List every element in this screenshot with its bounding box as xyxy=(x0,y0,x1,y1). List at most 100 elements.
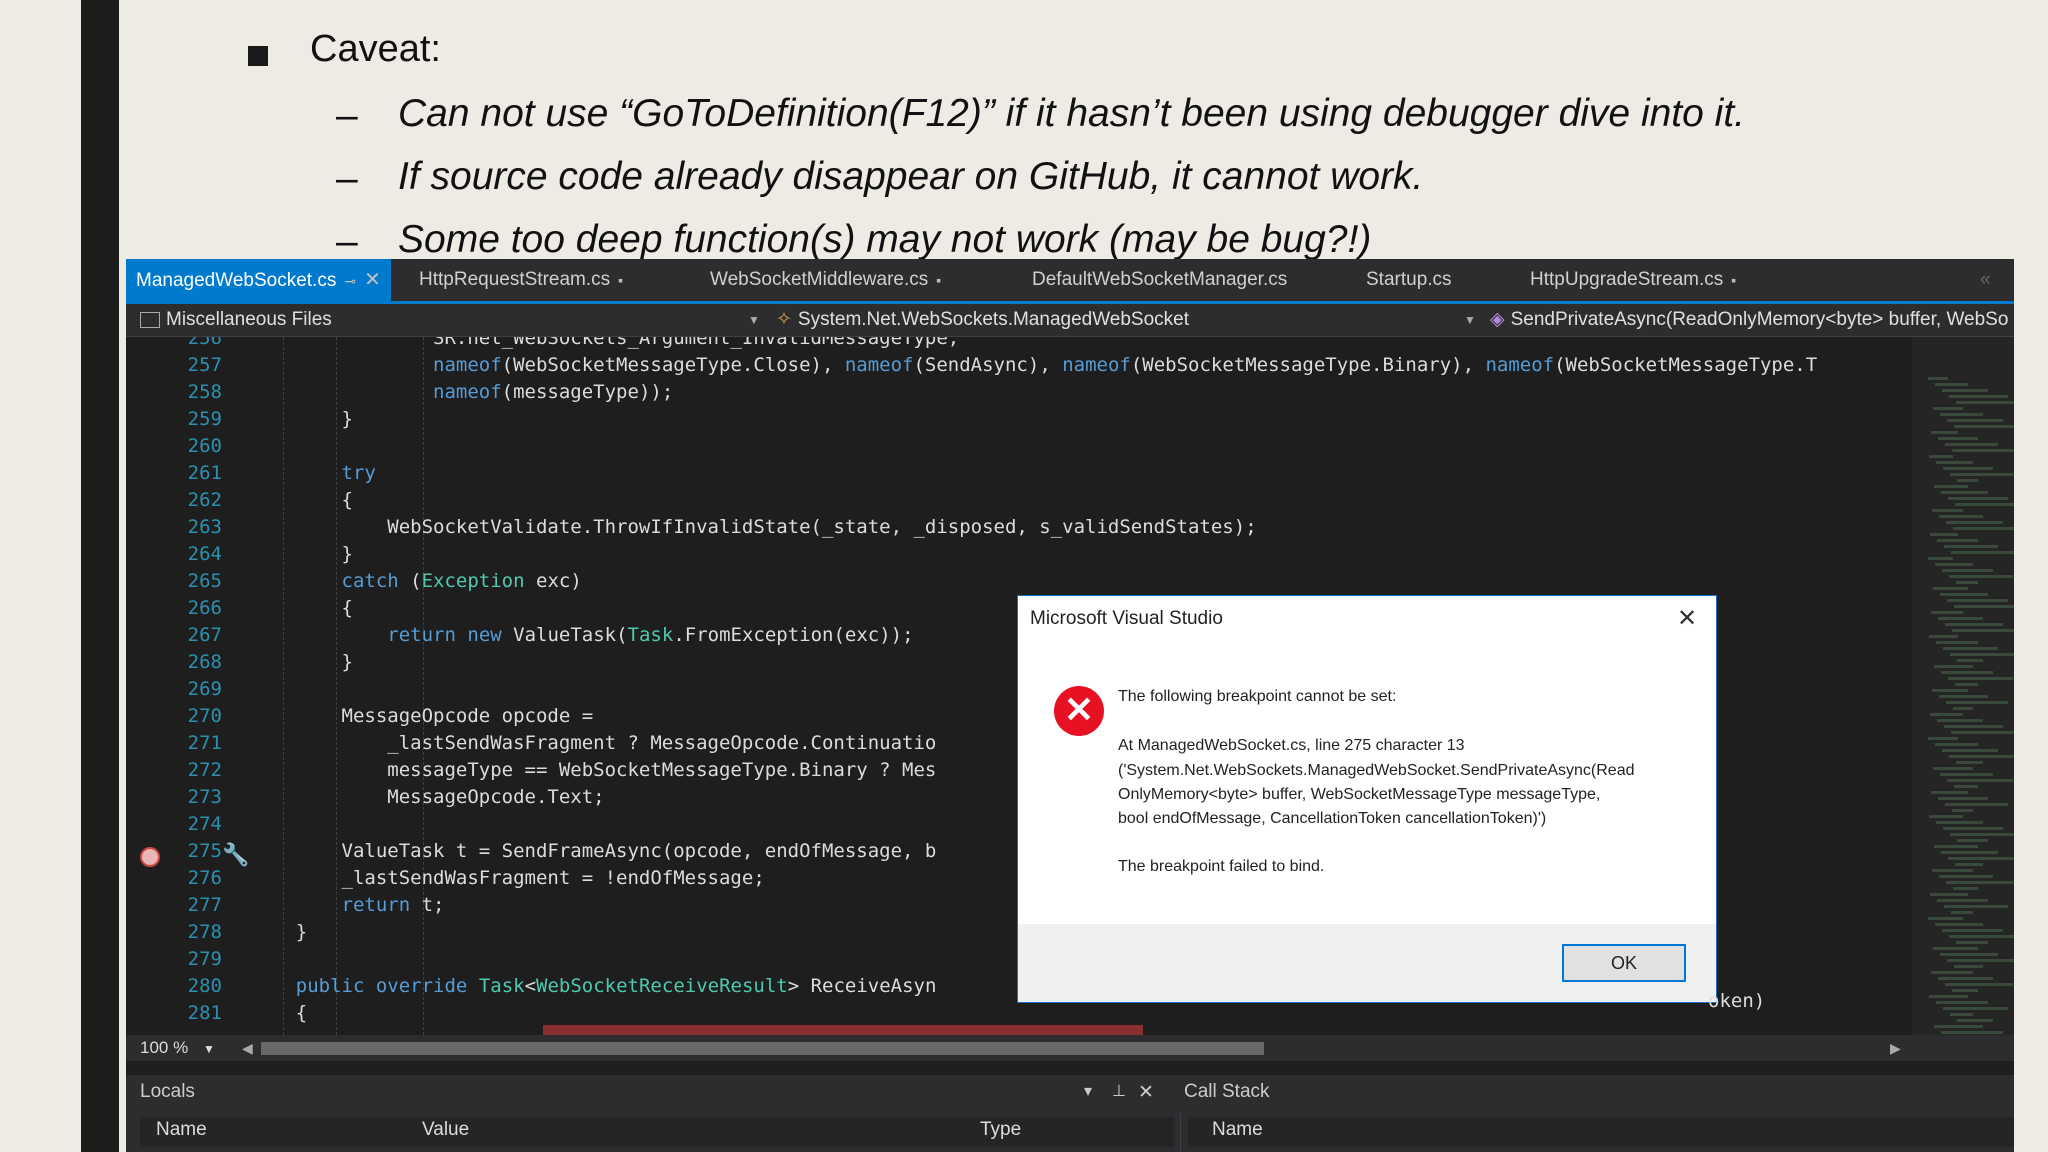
minimap-line xyxy=(1944,905,2008,908)
scroll-left-icon[interactable]: ◀ xyxy=(242,1040,253,1057)
minimap-line xyxy=(1957,1019,1993,1022)
close-icon[interactable]: ✕ xyxy=(1677,604,1697,633)
panel-dropdown-icon[interactable]: ▾ xyxy=(1084,1081,1092,1101)
line-number: 259 xyxy=(187,408,222,430)
minimap-line xyxy=(1938,977,1993,980)
error-icon: ✕ xyxy=(1054,686,1104,736)
method-icon: ◈ xyxy=(1490,309,1505,330)
minimap-line xyxy=(1954,425,2014,428)
code-line[interactable]: 260 xyxy=(126,433,1912,460)
minimap-line xyxy=(1942,569,1993,572)
minimap-line xyxy=(1945,983,2013,986)
minimap-line xyxy=(1947,599,2008,602)
line-number: 279 xyxy=(187,948,222,970)
minimap-line xyxy=(1929,995,1968,998)
minimap-line xyxy=(1928,557,1953,560)
locals-col-value[interactable]: Value xyxy=(422,1119,469,1141)
code-text: _lastSendWasFragment = !endOfMessage; xyxy=(250,867,765,889)
minimap-line xyxy=(1940,413,1983,416)
code-line[interactable]: 264 } xyxy=(126,541,1912,568)
chevron-down-icon[interactable]: ▼ xyxy=(748,304,760,336)
locals-col-type[interactable]: Type xyxy=(980,1119,1021,1141)
callstack-header xyxy=(1188,1117,2014,1147)
code-line[interactable]: 258 nameof(messageType)); xyxy=(126,379,1912,406)
minimap-line xyxy=(1940,593,1988,596)
minimap-line xyxy=(1929,635,1958,638)
code-line[interactable]: 281 { xyxy=(126,1000,1912,1027)
minimap-line xyxy=(1944,725,2003,728)
breakpoint-warning-icon[interactable] xyxy=(140,847,160,867)
tab-defaultwebsocketmanager[interactable]: DefaultWebSocketManager.cs xyxy=(1032,259,1287,301)
ok-button[interactable]: OK xyxy=(1562,944,1686,982)
minimap-line xyxy=(1930,893,1968,896)
pin-icon[interactable]: ⊸ xyxy=(344,273,356,289)
horizontal-scrollbar[interactable]: 100 % ▼ ◀ ▶ xyxy=(126,1035,2014,1061)
close-icon[interactable]: ✕ xyxy=(1138,1081,1154,1104)
minimap-line xyxy=(1952,809,1973,812)
minimap-line xyxy=(1934,485,1968,488)
minimap-line xyxy=(1929,455,1953,458)
line-number: 256 xyxy=(187,337,222,349)
code-minimap[interactable] xyxy=(1912,337,2014,1035)
tab-managedwebsocket[interactable]: ManagedWebSocket.cs ⊸ ✕ xyxy=(126,259,391,301)
minimap-line xyxy=(1938,797,1988,800)
project-dropdown[interactable]: Miscellaneous Files xyxy=(140,304,332,336)
chevron-down-icon[interactable]: ▼ xyxy=(1464,304,1476,336)
minimap-line xyxy=(1928,377,1948,380)
zoom-level[interactable]: 100 % ▼ xyxy=(140,1035,215,1061)
code-text: nameof(messageType)); xyxy=(433,381,674,403)
code-line[interactable]: 259 } xyxy=(126,406,1912,433)
project-icon xyxy=(140,311,160,328)
code-text: messageType == WebSocketMessageType.Bina… xyxy=(250,759,937,781)
dialog-message-detail: bool endOfMessage, CancellationToken can… xyxy=(1118,810,1547,827)
minimap-line xyxy=(1942,389,1988,392)
code-text: return t; xyxy=(341,894,445,916)
minimap-line xyxy=(1948,677,2013,680)
code-line[interactable]: 262 { xyxy=(126,487,1912,514)
member-dropdown[interactable]: ◈ SendPrivateAsync(ReadOnlyMemory<byte> b… xyxy=(1490,304,2008,336)
minimap-line xyxy=(1951,551,2014,554)
tab-overflow-icon[interactable]: « xyxy=(1980,259,1991,301)
slide-bullet-2: If source code already disappear on GitH… xyxy=(398,155,1424,198)
code-line[interactable]: 265 catch (Exception exc) xyxy=(126,568,1912,595)
minimap-line xyxy=(1956,941,1988,944)
lock-icon: ▪ xyxy=(618,272,624,288)
tab-startup[interactable]: Startup.cs xyxy=(1366,259,1452,301)
line-number: 261 xyxy=(187,462,222,484)
pin-icon[interactable]: ⊥ xyxy=(1112,1081,1126,1101)
code-line[interactable]: 257 nameof(WebSocketMessageType.Close), … xyxy=(126,352,1912,379)
code-text: _lastSendWasFragment ? MessageOpcode.Con… xyxy=(250,732,937,754)
minimap-line xyxy=(1934,1025,1983,1028)
locals-col-name[interactable]: Name xyxy=(156,1119,207,1141)
code-text: } xyxy=(250,408,353,430)
code-text: ValueTask t = SendFrameAsync(opcode, end… xyxy=(250,840,937,862)
tab-websocketmiddleware[interactable]: WebSocketMiddleware.cs ▪ xyxy=(710,259,941,301)
type-dropdown[interactable]: ✧ System.Net.WebSockets.ManagedWebSocket xyxy=(776,304,1189,336)
minimap-line xyxy=(1956,761,1983,764)
line-number: 266 xyxy=(187,597,222,619)
tab-httprequeststream[interactable]: HttpRequestStream.cs ▪ xyxy=(419,259,623,301)
minimap-line xyxy=(1956,401,2014,404)
code-line[interactable]: 256 SR.net_WebSockets_Argument_InvalidMe… xyxy=(126,337,1912,352)
code-text: nameof(WebSocketMessageType.Close), name… xyxy=(433,354,1818,376)
scroll-right-icon[interactable]: ▶ xyxy=(1890,1040,1901,1057)
minimap-line xyxy=(1952,449,2014,452)
minimap-line xyxy=(1935,563,1973,566)
minimap-line xyxy=(1949,575,2013,578)
chevron-down-icon[interactable]: ▼ xyxy=(203,1042,215,1056)
minimap-line xyxy=(1946,521,2003,524)
minimap-line xyxy=(1931,431,1958,434)
minimap-line xyxy=(1943,827,2003,830)
line-number: 265 xyxy=(187,570,222,592)
close-tab-icon[interactable]: ✕ xyxy=(364,269,381,291)
callstack-col-name[interactable]: Name xyxy=(1212,1119,1263,1141)
minimap-line xyxy=(1931,791,1968,794)
scrollbar-thumb[interactable] xyxy=(261,1042,1264,1055)
code-line[interactable]: 263 WebSocketValidate.ThrowIfInvalidStat… xyxy=(126,514,1912,541)
tab-httpupgradestream[interactable]: HttpUpgradeStream.cs ▪ xyxy=(1530,259,1736,301)
minimap-line xyxy=(1936,1001,1988,1004)
line-number: 268 xyxy=(187,651,222,673)
dialog-message-detail: ('System.Net.WebSockets.ManagedWebSocket… xyxy=(1118,762,1635,779)
code-line[interactable]: 261 try xyxy=(126,460,1912,487)
code-line-280-tail: oken) xyxy=(1708,990,1766,1012)
